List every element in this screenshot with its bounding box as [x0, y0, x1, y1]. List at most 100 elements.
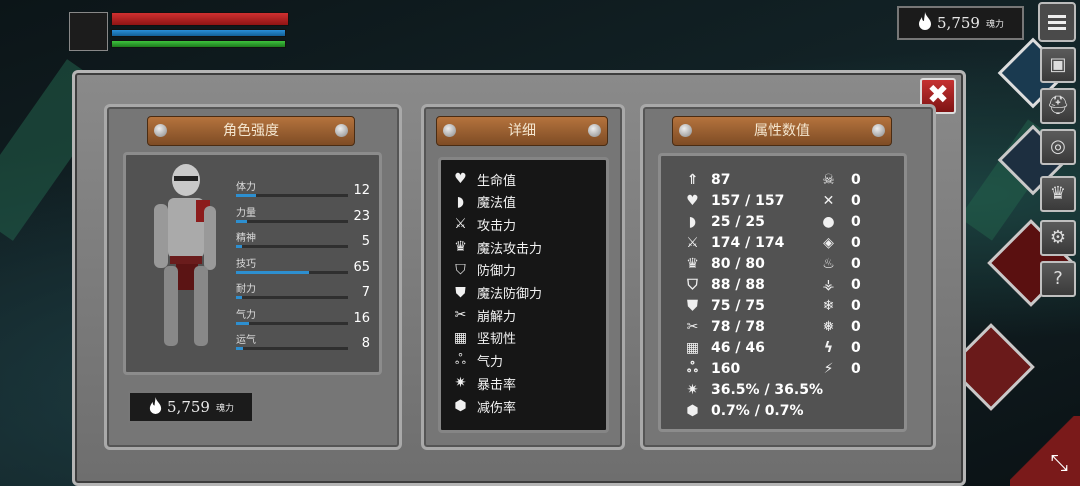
detail-label: 减伤率	[477, 400, 517, 416]
character-title: 角色强度	[223, 123, 279, 139]
resistance-row: ❅ 0	[820, 316, 861, 337]
attribute-value: 87	[711, 171, 731, 188]
detail-row: ✷ 暴击率	[452, 372, 516, 394]
resistance-value: 0	[851, 297, 861, 314]
attributes-header: 属性数值	[672, 116, 892, 146]
fire-icon: ♨	[822, 255, 835, 272]
resistance-row: ☠ 0	[820, 169, 861, 190]
attribute-value: 75 / 75	[711, 297, 765, 314]
detail-label: 魔法防御力	[477, 287, 543, 302]
stat-row: 运气 8	[236, 331, 370, 355]
detail-label: 生命值	[477, 173, 517, 189]
knight-model	[154, 164, 216, 346]
stat-bar	[236, 347, 348, 350]
resistance-value: 0	[851, 276, 861, 293]
resistance-value: 0	[851, 192, 861, 209]
attribute-value: 160	[711, 360, 741, 377]
gear-ring-icon: ◎	[1050, 136, 1066, 157]
detail-label: 暴击率	[477, 377, 517, 393]
detail-row: ⛊ 魔法防御力	[452, 282, 542, 304]
frost-icon: ❄	[822, 297, 835, 314]
lungs-icon: ஃ	[455, 351, 466, 368]
resistance-value: 0	[851, 255, 861, 272]
resistance-row: ◈ 0	[820, 232, 861, 253]
health-bar	[111, 12, 289, 26]
main-menu-button[interactable]	[1038, 2, 1076, 42]
detail-label: 崩解力	[477, 309, 517, 325]
attribute-row: ⛊ 75 / 75	[684, 295, 765, 316]
settings-icon: ⚙	[1049, 227, 1067, 248]
fire-resist-icon: ⚶	[822, 276, 835, 293]
stat-bar-fill	[236, 245, 242, 248]
attribute-row: ♥ 157 / 157	[684, 190, 784, 211]
settings-button[interactable]: ⚙	[1040, 220, 1076, 256]
stat-value: 8	[361, 336, 370, 351]
detail-row: ⛉ 防御力	[452, 259, 516, 281]
critical-icon: ✷	[686, 381, 699, 398]
attribute-value: 36.5% / 36.5%	[711, 381, 823, 398]
heart-icon: ♥	[454, 171, 467, 187]
resistance-value: 0	[851, 213, 861, 230]
lightning-resist-icon: ⚡	[823, 360, 834, 377]
break-icon: ✂	[454, 307, 467, 324]
detail-label: 坚韧性	[477, 332, 517, 348]
magic-shield-icon: ⛊	[687, 297, 698, 314]
stat-value: 5	[361, 234, 370, 249]
stat-bar-fill	[236, 296, 242, 299]
damage-reduction-icon: ⬢	[454, 398, 467, 414]
resistance-row: ✕ 0	[820, 190, 861, 211]
resistance-value: 0	[851, 318, 861, 335]
crown-icon: ♛	[1049, 183, 1067, 204]
resistance-row: ♨ 0	[820, 253, 861, 274]
stat-value: 65	[353, 259, 370, 275]
stat-name: 运气	[236, 335, 256, 346]
crown-button[interactable]: ♛	[1040, 176, 1076, 212]
stamina-bar	[111, 40, 286, 48]
heart-icon: ♥	[686, 192, 699, 209]
stat-name: 气力	[236, 309, 256, 321]
armor-button[interactable]: ▣	[1040, 47, 1076, 83]
attribute-row: ✷ 36.5% / 36.5%	[684, 379, 823, 400]
character-soul-display: 5,759 魂力	[128, 391, 254, 423]
stat-name: 力量	[236, 207, 256, 219]
stat-row: 体力 12	[236, 178, 370, 202]
resistance-value: 0	[851, 339, 861, 356]
stat-bar	[236, 321, 348, 325]
bones-icon: ✕	[822, 192, 835, 209]
helmet-icon: ◗	[456, 193, 465, 210]
character-soul-value: 5,759	[167, 398, 210, 416]
sword-icon: ⚔	[686, 234, 699, 251]
attribute-value: 157 / 157	[711, 192, 785, 209]
frost-resist-icon: ❅	[822, 318, 835, 335]
level-icon: ⇑	[686, 171, 699, 188]
help-button[interactable]: ?	[1040, 261, 1076, 297]
helmet-button[interactable]: ⛑	[1040, 88, 1076, 124]
attribute-row: ✂ 78 / 78	[684, 316, 765, 337]
resistance-value: 0	[851, 234, 861, 251]
expand-corner[interactable]: ⤡	[1010, 416, 1080, 486]
stat-row: 耐力 7	[236, 280, 370, 304]
toughness-icon: ▦	[453, 329, 468, 346]
attribute-row: ⬢ 0.7% / 0.7%	[684, 400, 803, 421]
shield-icon: ⛉	[455, 261, 466, 278]
soul-currency-display: 5,759 魂力	[897, 6, 1024, 40]
crown-icon: ♛	[686, 255, 699, 272]
stat-bar-fill	[236, 219, 248, 223]
player-portrait[interactable]	[69, 12, 108, 51]
ring-button[interactable]: ◎	[1040, 129, 1076, 165]
shield-icon: ⛉	[687, 276, 698, 293]
resistance-value: 0	[851, 171, 861, 188]
character-soul-unit: 魂力	[215, 403, 234, 414]
stat-name: 精神	[236, 233, 256, 244]
skull-icon: ☠	[822, 171, 835, 188]
attribute-value: 78 / 78	[711, 318, 765, 335]
detail-row: ஃ 气力	[452, 350, 503, 372]
stat-bar-fill	[236, 270, 309, 274]
sword-icon: ⚔	[454, 216, 467, 233]
attribute-row: ⚔ 174 / 174	[684, 232, 784, 253]
resistance-value: 0	[851, 360, 861, 377]
stat-bar	[236, 270, 348, 274]
bleed-icon: ◈	[823, 234, 834, 251]
stat-bar	[236, 245, 348, 248]
stat-bar-fill	[236, 321, 250, 325]
